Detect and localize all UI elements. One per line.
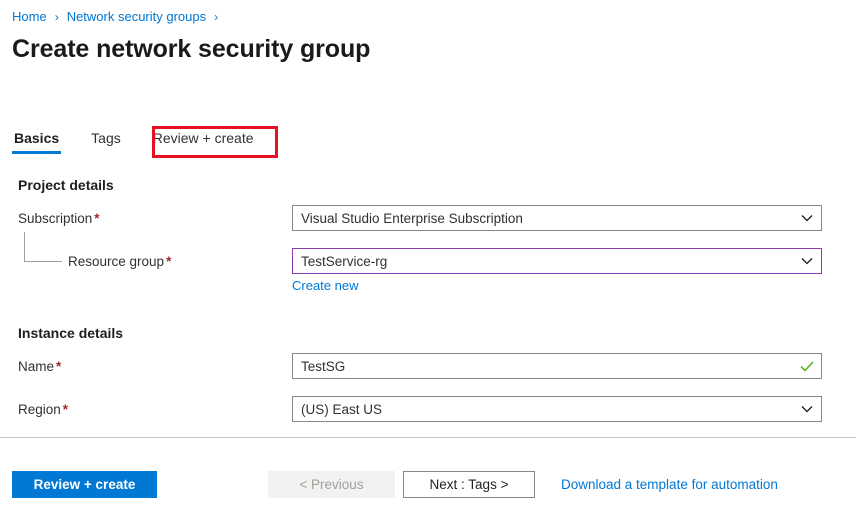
tab-basics[interactable]: Basics	[12, 128, 61, 154]
chevron-down-icon	[793, 405, 821, 413]
resource-group-value: TestService-rg	[301, 254, 793, 269]
tab-tags[interactable]: Tags	[89, 128, 123, 154]
download-template-link[interactable]: Download a template for automation	[561, 477, 778, 492]
tab-bar: Basics Tags Review + create	[12, 128, 256, 160]
resource-group-dropdown[interactable]: TestService-rg	[292, 248, 822, 274]
section-heading-instance-details: Instance details	[18, 325, 123, 341]
breadcrumb-separator-icon: ›	[55, 8, 59, 26]
required-marker: *	[94, 211, 99, 226]
name-value: TestSG	[301, 359, 793, 374]
label-resource-group-text: Resource group	[68, 254, 164, 269]
name-input[interactable]: TestSG	[292, 353, 822, 379]
chevron-down-icon	[793, 257, 821, 265]
tab-review-create[interactable]: Review + create	[151, 128, 256, 154]
required-marker: *	[166, 254, 171, 269]
review-create-button[interactable]: Review + create	[12, 471, 157, 498]
region-dropdown[interactable]: (US) East US	[292, 396, 822, 422]
breadcrumb-separator-icon: ›	[214, 8, 218, 26]
region-value: (US) East US	[301, 402, 793, 417]
label-region: Region*	[18, 402, 68, 417]
create-new-resource-group-link[interactable]: Create new	[292, 278, 358, 293]
section-heading-project-details: Project details	[18, 177, 114, 193]
footer-divider	[0, 437, 856, 438]
next-tags-button[interactable]: Next : Tags >	[403, 471, 535, 498]
breadcrumb-item-network-security-groups[interactable]: Network security groups	[67, 8, 206, 26]
breadcrumb-item-home[interactable]: Home	[12, 8, 47, 26]
subscription-value: Visual Studio Enterprise Subscription	[301, 211, 793, 226]
required-marker: *	[56, 359, 61, 374]
label-subscription-text: Subscription	[18, 211, 92, 226]
previous-button: < Previous	[268, 471, 395, 498]
breadcrumb: Home › Network security groups ›	[12, 8, 226, 26]
label-resource-group: Resource group*	[68, 254, 171, 269]
chevron-down-icon	[793, 214, 821, 222]
label-name: Name*	[18, 359, 61, 374]
field-indent-connector	[24, 232, 62, 262]
label-region-text: Region	[18, 402, 61, 417]
check-icon	[793, 361, 821, 372]
label-name-text: Name	[18, 359, 54, 374]
page-title: Create network security group	[12, 33, 370, 65]
label-subscription: Subscription*	[18, 211, 100, 226]
required-marker: *	[63, 402, 68, 417]
subscription-dropdown[interactable]: Visual Studio Enterprise Subscription	[292, 205, 822, 231]
